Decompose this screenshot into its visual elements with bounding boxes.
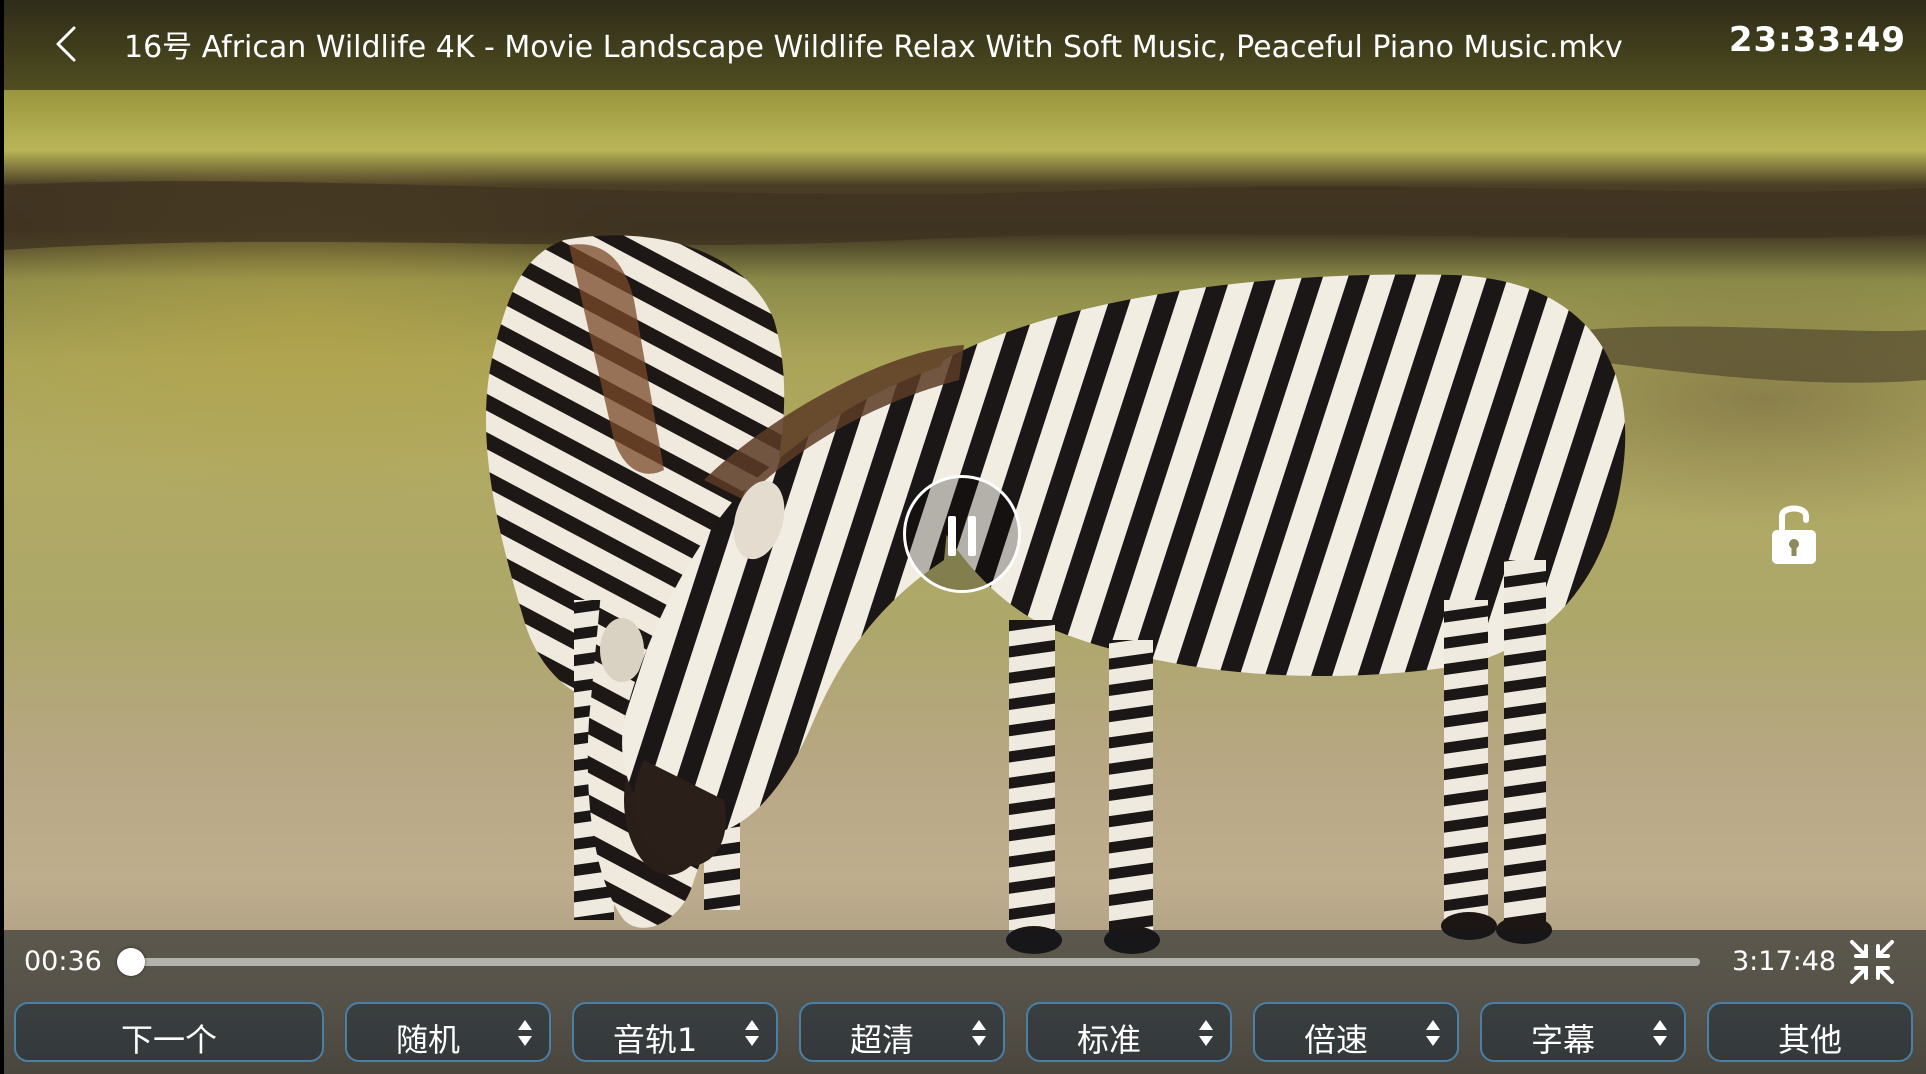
exit-fullscreen-icon	[1850, 940, 1894, 984]
up-down-arrows-icon	[1199, 1020, 1213, 1046]
more-options-button[interactable]: 其他	[1707, 1002, 1913, 1062]
exit-fullscreen-button[interactable]	[1848, 938, 1896, 986]
up-down-arrows-icon	[1653, 1020, 1667, 1046]
aspect-ratio-select[interactable]: 标准	[1026, 1002, 1232, 1062]
current-time: 00:36	[24, 946, 102, 977]
lock-button[interactable]	[1768, 500, 1820, 568]
up-down-arrows-icon	[745, 1020, 759, 1046]
quality-label: 超清	[849, 1021, 914, 1059]
playback-speed-select[interactable]: 倍速	[1253, 1002, 1459, 1062]
up-down-arrows-icon	[1426, 1020, 1440, 1046]
pause-icon	[948, 516, 956, 556]
subtitle-select[interactable]: 字幕	[1480, 1002, 1686, 1062]
top-bar: 16号 African Wildlife 4K - Movie Landscap…	[4, 0, 1926, 90]
progress-thumb[interactable]	[116, 948, 145, 976]
audio-track-select[interactable]: 音轨1	[572, 1002, 778, 1062]
shuffle-mode-select[interactable]: 随机	[345, 1002, 551, 1062]
quality-select[interactable]: 超清	[799, 1002, 1005, 1062]
pause-button[interactable]	[903, 475, 1021, 593]
shuffle-mode-label: 随机	[395, 1021, 460, 1059]
chevron-left-icon	[56, 26, 76, 62]
subtitle-label: 字幕	[1530, 1021, 1595, 1059]
video-title: 16号 African Wildlife 4K - Movie Landscap…	[124, 30, 1623, 65]
aspect-ratio-label: 标准	[1076, 1021, 1141, 1059]
more-options-label: 其他	[1777, 1021, 1842, 1059]
next-button-label: 下一个	[120, 1021, 217, 1059]
unlock-icon	[1772, 505, 1816, 564]
back-button[interactable]	[44, 18, 88, 70]
up-down-arrows-icon	[972, 1020, 986, 1046]
total-duration: 3:17:48	[1732, 946, 1837, 977]
progress-bar[interactable]	[116, 948, 1700, 976]
up-down-arrows-icon	[518, 1020, 532, 1046]
pause-icon-bar	[968, 516, 976, 556]
audio-track-label: 音轨1	[612, 1021, 698, 1059]
clock: 23:33:49	[1728, 20, 1906, 60]
next-button[interactable]: 下一个	[14, 1002, 324, 1062]
playback-speed-label: 倍速	[1303, 1021, 1368, 1059]
